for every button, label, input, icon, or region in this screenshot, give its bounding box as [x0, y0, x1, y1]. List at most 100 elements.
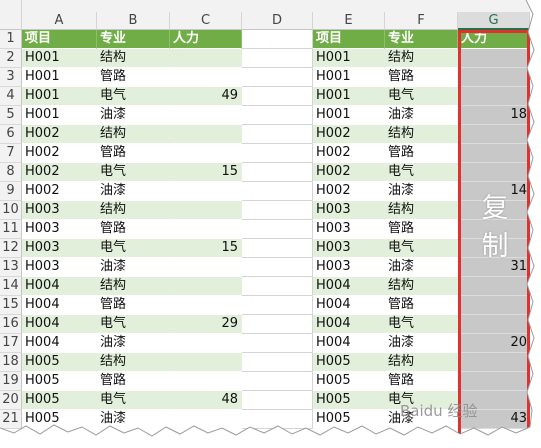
left-c-cell[interactable] — [170, 258, 242, 277]
left-a-cell[interactable]: H001 — [22, 106, 97, 125]
left-a-cell[interactable]: H003 — [22, 220, 97, 239]
right-g-cell[interactable]: 20 — [458, 334, 530, 353]
left-c-cell[interactable]: 15 — [170, 163, 242, 182]
left-b-cell[interactable]: 结构 — [97, 277, 170, 296]
row-number[interactable]: 10 — [0, 201, 22, 220]
left-a-cell[interactable]: H005 — [22, 372, 97, 391]
column-d-cell[interactable] — [242, 182, 313, 201]
right-f-cell[interactable]: 管路 — [385, 68, 458, 87]
left-b-cell[interactable]: 电气 — [97, 315, 170, 334]
left-a-cell[interactable]: H003 — [22, 258, 97, 277]
select-all-corner[interactable] — [0, 0, 22, 30]
column-d-cell[interactable] — [242, 163, 313, 182]
right-f-cell[interactable]: 结构 — [385, 277, 458, 296]
right-header-g[interactable]: 人力 — [458, 30, 530, 49]
left-a-cell[interactable]: H004 — [22, 277, 97, 296]
row-number[interactable]: 15 — [0, 296, 22, 315]
left-c-cell[interactable] — [170, 106, 242, 125]
row-number[interactable]: 9 — [0, 182, 22, 201]
left-b-cell[interactable]: 油漆 — [97, 410, 170, 429]
column-d-cell[interactable] — [242, 372, 313, 391]
column-d-cell[interactable] — [242, 334, 313, 353]
left-a-cell[interactable]: H002 — [22, 144, 97, 163]
right-g-cell[interactable] — [458, 68, 530, 87]
row-number[interactable]: 5 — [0, 106, 22, 125]
left-b-cell[interactable]: 油漆 — [97, 334, 170, 353]
left-a-cell[interactable]: H004 — [22, 296, 97, 315]
left-a-cell[interactable]: H001 — [22, 68, 97, 87]
left-a-cell[interactable]: H001 — [22, 49, 97, 68]
left-b-cell[interactable]: 结构 — [97, 353, 170, 372]
left-a-cell[interactable]: H004 — [22, 334, 97, 353]
right-e-cell[interactable]: H002 — [313, 182, 385, 201]
left-b-cell[interactable]: 油漆 — [97, 182, 170, 201]
left-b-cell[interactable]: 油漆 — [97, 258, 170, 277]
right-g-cell[interactable] — [458, 163, 530, 182]
left-c-cell[interactable] — [170, 182, 242, 201]
left-b-cell[interactable]: 电气 — [97, 163, 170, 182]
left-a-cell[interactable]: H002 — [22, 163, 97, 182]
left-a-cell[interactable]: H003 — [22, 201, 97, 220]
right-e-cell[interactable]: H001 — [313, 106, 385, 125]
left-c-cell[interactable]: 48 — [170, 391, 242, 410]
right-e-cell[interactable]: H001 — [313, 87, 385, 106]
left-a-cell[interactable]: H003 — [22, 239, 97, 258]
left-b-cell[interactable]: 管路 — [97, 296, 170, 315]
left-c-cell[interactable]: 15 — [170, 239, 242, 258]
column-d-cell[interactable] — [242, 391, 313, 410]
column-header-f[interactable]: F — [385, 12, 458, 30]
right-f-cell[interactable]: 电气 — [385, 163, 458, 182]
right-e-cell[interactable]: H004 — [313, 296, 385, 315]
column-d-cell[interactable] — [242, 277, 313, 296]
right-e-cell[interactable]: H005 — [313, 391, 385, 410]
right-f-cell[interactable]: 管路 — [385, 220, 458, 239]
column-d-cell[interactable] — [242, 315, 313, 334]
left-a-cell[interactable]: H004 — [22, 315, 97, 334]
row-number[interactable]: 16 — [0, 315, 22, 334]
column-d-cell[interactable] — [242, 353, 313, 372]
row-number[interactable]: 14 — [0, 277, 22, 296]
right-e-cell[interactable]: H003 — [313, 220, 385, 239]
left-header-b[interactable]: 专业 — [97, 30, 170, 49]
left-a-cell[interactable]: H002 — [22, 125, 97, 144]
row-number[interactable]: 8 — [0, 163, 22, 182]
left-c-cell[interactable] — [170, 353, 242, 372]
column-header-d[interactable]: D — [242, 12, 313, 30]
column-d-cell[interactable] — [242, 258, 313, 277]
column-d-cell[interactable] — [242, 220, 313, 239]
right-e-cell[interactable]: H002 — [313, 125, 385, 144]
left-c-cell[interactable] — [170, 201, 242, 220]
left-a-cell[interactable]: H005 — [22, 391, 97, 410]
left-c-cell[interactable]: 49 — [170, 87, 242, 106]
left-b-cell[interactable]: 管路 — [97, 220, 170, 239]
right-f-cell[interactable]: 结构 — [385, 49, 458, 68]
column-header-b[interactable]: B — [97, 12, 170, 30]
right-e-cell[interactable]: H002 — [313, 144, 385, 163]
right-e-cell[interactable]: H004 — [313, 277, 385, 296]
right-header-e[interactable]: 项目 — [313, 30, 385, 49]
right-e-cell[interactable]: H005 — [313, 372, 385, 391]
left-c-cell[interactable] — [170, 296, 242, 315]
row-number[interactable]: 20 — [0, 391, 22, 410]
right-g-cell[interactable] — [458, 372, 530, 391]
right-e-cell[interactable]: H005 — [313, 353, 385, 372]
row-number[interactable]: 6 — [0, 125, 22, 144]
right-g-cell[interactable] — [458, 49, 530, 68]
column-d-cell[interactable] — [242, 239, 313, 258]
row-number[interactable]: 11 — [0, 220, 22, 239]
right-f-cell[interactable]: 油漆 — [385, 334, 458, 353]
right-f-cell[interactable]: 电气 — [385, 239, 458, 258]
row-number[interactable]: 3 — [0, 68, 22, 87]
right-f-cell[interactable]: 油漆 — [385, 106, 458, 125]
column-header-c[interactable]: C — [170, 12, 242, 30]
column-d-cell[interactable] — [242, 125, 313, 144]
right-g-cell[interactable] — [458, 87, 530, 106]
left-c-cell[interactable] — [170, 49, 242, 68]
left-c-cell[interactable] — [170, 68, 242, 87]
left-b-cell[interactable]: 管路 — [97, 372, 170, 391]
column-d-cell[interactable] — [242, 410, 313, 429]
right-f-cell[interactable]: 管路 — [385, 144, 458, 163]
right-g-cell[interactable] — [458, 277, 530, 296]
column-d-cell[interactable] — [242, 30, 313, 49]
left-b-cell[interactable]: 结构 — [97, 49, 170, 68]
